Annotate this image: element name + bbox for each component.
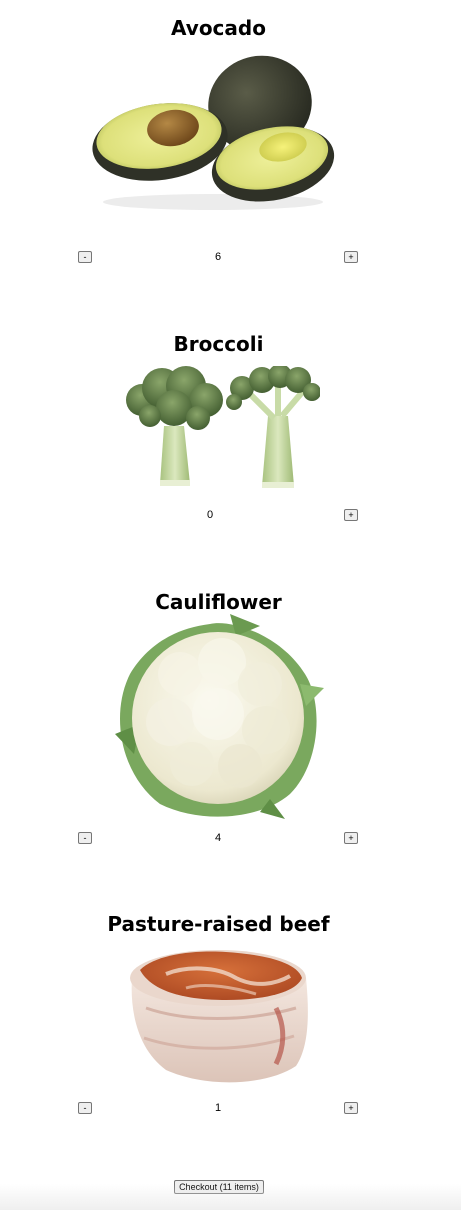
quantity-control: - 4 + (0, 832, 461, 848)
product-title: Pasture-raised beef (107, 912, 330, 936)
quantity-control: 0 + (0, 509, 461, 525)
quantity-value: 0 (206, 509, 214, 521)
product-card-beef: Pasture-raised beef - 1 + (0, 890, 461, 1160)
cauliflower-image (115, 614, 324, 819)
quantity-value: 1 (214, 1102, 222, 1114)
increase-quantity-button[interactable]: + (344, 509, 358, 521)
decrease-quantity-button[interactable]: - (78, 1102, 92, 1114)
avocado-image (92, 55, 335, 210)
decrease-quantity-button[interactable]: - (78, 251, 92, 263)
bottom-shadow (0, 1184, 461, 1210)
product-title: Cauliflower (155, 590, 282, 614)
product-card-avocado: Avocado - 6 + (0, 0, 461, 300)
quantity-control: - 6 + (0, 251, 461, 267)
product-title: Avocado (171, 16, 266, 40)
quantity-value: 4 (214, 832, 222, 844)
beef-image (130, 950, 308, 1083)
broccoli-image (126, 366, 320, 488)
increase-quantity-button[interactable]: + (344, 1102, 358, 1114)
product-title: Broccoli (173, 332, 264, 356)
product-card-cauliflower: Cauliflower - 4 + (0, 570, 461, 890)
increase-quantity-button[interactable]: + (344, 251, 358, 263)
decrease-quantity-button[interactable]: - (78, 832, 92, 844)
increase-quantity-button[interactable]: + (344, 832, 358, 844)
quantity-value: 6 (214, 251, 222, 263)
quantity-control: - 1 + (0, 1102, 461, 1118)
product-card-broccoli: Broccoli 0 + (0, 300, 461, 570)
